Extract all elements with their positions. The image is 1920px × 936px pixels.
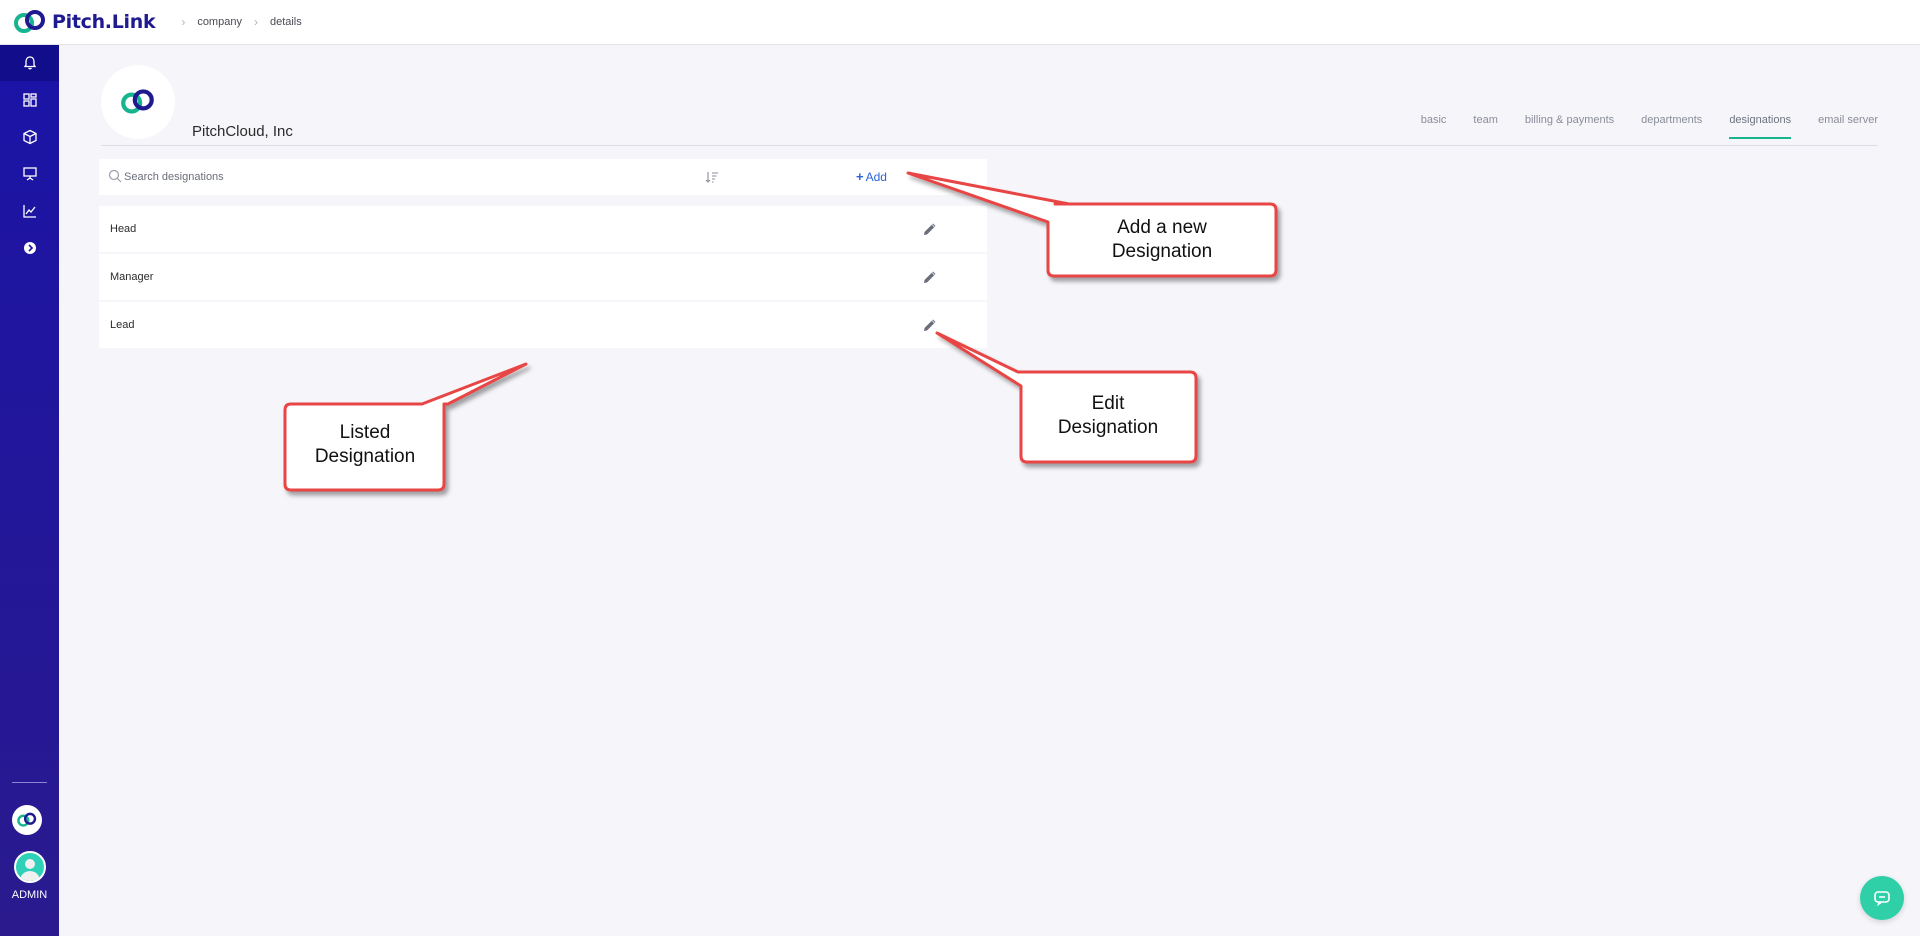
list-item[interactable]: Manager [99,254,987,300]
callout-add-text: Add a new Designation [1050,216,1274,264]
list-item[interactable]: Head [99,206,987,252]
sidebar-item-presentations[interactable] [0,156,59,192]
pencil-icon[interactable] [922,317,938,333]
designation-name: Manager [110,271,154,283]
add-button-label: Add [865,169,887,184]
sidebar-item-more[interactable] [0,230,59,266]
tab-team[interactable]: team [1473,114,1497,139]
organization-switcher[interactable] [12,805,42,835]
avatar-head [25,859,35,869]
tab-email-server[interactable]: email server [1818,114,1878,139]
sidebar-divider [12,782,47,783]
company-tabs: basic team billing & payments department… [1394,114,1878,139]
presentation-icon [22,167,37,181]
top-bar: Pitch.Link › company › details [0,0,1920,45]
sort-icon[interactable] [705,170,719,184]
chat-support-button[interactable] [1860,876,1904,920]
callout-edit-line-1: Edit [1091,393,1125,414]
search-icon [108,169,122,183]
pitchlink-logo-icon [17,812,37,827]
dashboard-icon [22,93,37,107]
company-logo [101,65,175,139]
tab-designations[interactable]: designations [1729,114,1791,139]
pitchlink-logo-icon [14,10,45,33]
pencil-icon[interactable] [922,269,938,285]
app-logo[interactable]: Pitch.Link [12,8,156,36]
avatar[interactable] [14,851,46,883]
add-designation-button[interactable]: + Add [856,169,887,184]
tab-basic[interactable]: basic [1421,114,1447,139]
breadcrumb: › company › details [169,15,301,29]
designation-name: Head [110,223,137,235]
callout-add-line-2: Designation [1111,241,1213,262]
breadcrumb-details[interactable]: details [270,16,302,28]
pencil-icon[interactable] [922,221,938,237]
avatar-body [20,871,40,881]
callout-add-line-1: Add a new [1117,217,1207,238]
callout-listed-line-1: Listed [339,422,391,443]
callout-edit-text: Edit Designation [1022,392,1194,440]
sidebar: ADMIN [0,45,59,936]
chat-icon [1874,891,1890,907]
user-role-label: ADMIN [11,889,48,901]
cube-icon [22,129,37,145]
sidebar-item-products[interactable] [0,119,59,155]
plus-icon: + [856,169,864,184]
breadcrumb-company[interactable]: company [197,16,242,28]
analytics-icon [22,205,36,218]
sidebar-item-dashboard[interactable] [0,82,59,118]
app-name: Pitch.Link [52,11,156,33]
tabs-divider [101,145,1878,146]
search-input[interactable] [124,164,624,190]
bell-icon [23,56,36,70]
arrow-circle-icon [23,242,36,254]
designations-list: Head Manager Lead [99,206,987,350]
tab-departments[interactable]: departments [1641,114,1702,139]
chevron-right-icon: › [253,15,258,29]
callout-listed-text: Listed Designation [286,421,444,469]
sidebar-item-analytics[interactable] [0,193,59,229]
designation-name: Lead [110,319,135,331]
pitchlink-logo-icon [121,89,154,114]
sidebar-item-notifications[interactable] [0,45,59,81]
list-item[interactable]: Lead [99,302,987,348]
company-name: PitchCloud, Inc [192,123,293,140]
designations-toolbar: + Add [99,159,987,195]
tab-billing-payments[interactable]: billing & payments [1525,114,1614,139]
callout-edit-line-2: Designation [1057,417,1159,438]
callout-listed-line-2: Designation [314,446,416,467]
chevron-right-icon: › [181,15,186,29]
